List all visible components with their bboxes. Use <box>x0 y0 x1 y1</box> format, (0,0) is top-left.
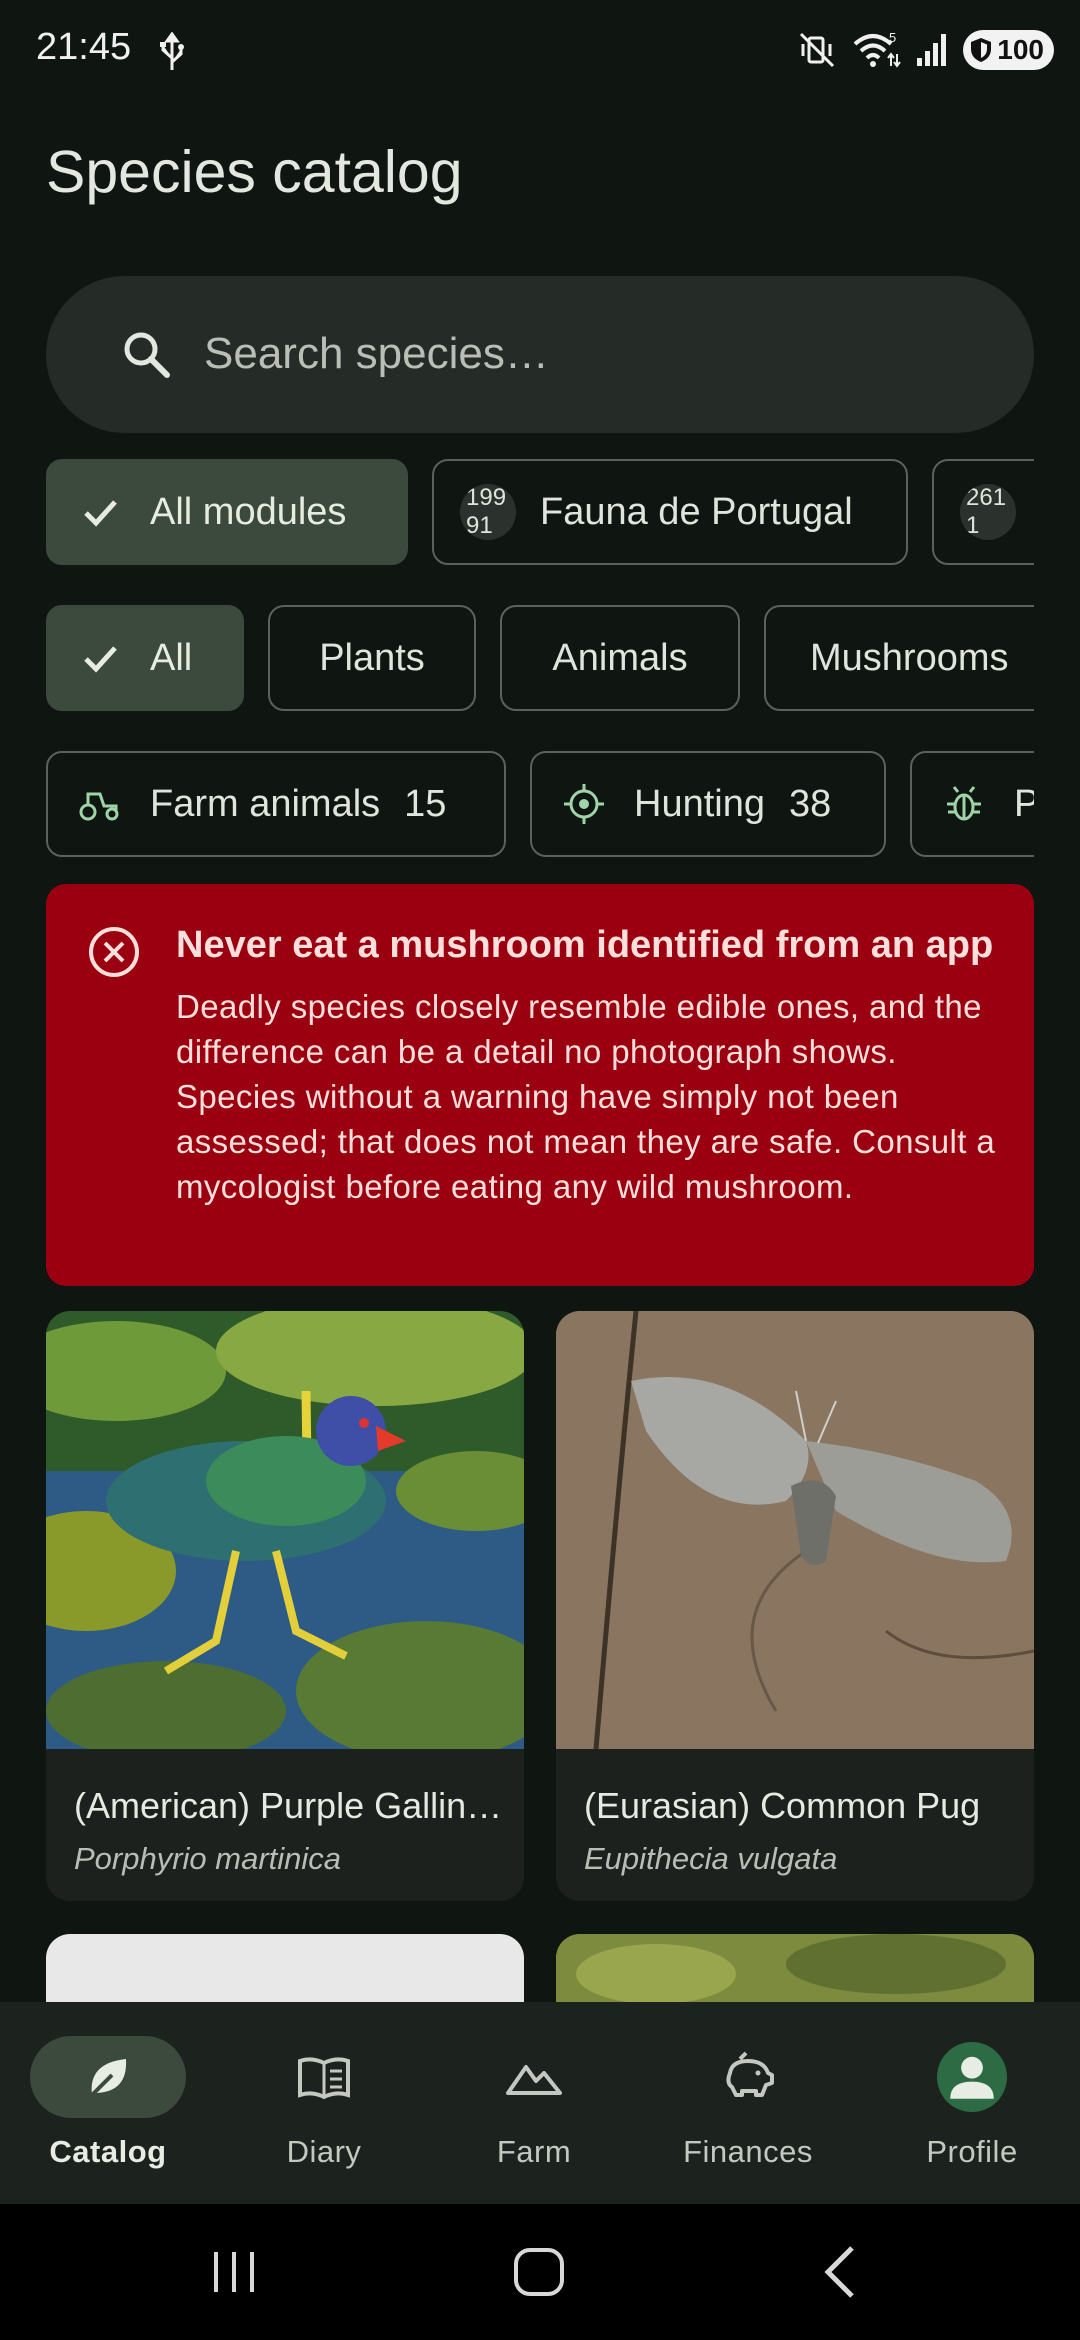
chip-label: Mushrooms <box>810 636 1009 679</box>
tractor-icon <box>79 792 119 821</box>
nav-farm[interactable]: Farm <box>426 2002 642 2204</box>
usb-icon <box>160 32 184 70</box>
landscape-icon <box>506 2065 562 2095</box>
book-icon <box>298 2057 350 2100</box>
chip-all[interactable]: All <box>46 605 244 711</box>
battery-indicator: 100 <box>963 30 1054 70</box>
search-bar[interactable] <box>46 276 1034 433</box>
recent-apps-icon[interactable] <box>202 2240 266 2304</box>
check-icon <box>84 646 117 673</box>
shield-icon <box>971 38 992 62</box>
species-common-name: (American) Purple Gallinule <box>74 1785 504 1826</box>
chip-animals[interactable]: Animals <box>500 605 740 711</box>
chip-farm-animals[interactable]: Farm animals 15 <box>46 751 506 857</box>
species-card[interactable]: (American) Purple Gallinule Porphyrio ma… <box>46 1311 524 1901</box>
page-title: Species catalog <box>46 139 463 205</box>
species-photo <box>556 1311 1034 1749</box>
nav-diary[interactable]: Diary <box>216 2002 432 2204</box>
chip-mushrooms[interactable]: Mushrooms <box>764 605 1034 711</box>
chip-count: 38 <box>788 782 832 825</box>
nav-catalog[interactable]: Catalog <box>0 2002 216 2204</box>
warning-title: Never eat a mushroom identified from an … <box>176 924 994 966</box>
nav-label: Diary <box>286 2134 362 2169</box>
chip-hunting[interactable]: Hunting 38 <box>530 751 886 857</box>
chip-label: P <box>1014 782 1034 825</box>
species-latin-name: Eupithecia vulgata <box>584 1841 838 1876</box>
warning-body: Deadly species closely resemble edible o… <box>176 988 996 1205</box>
chip-label: Plants <box>319 636 425 679</box>
system-navigation <box>0 2204 1080 2340</box>
species-card[interactable]: (Eurasian) Common Pug Eupithecia vulgata <box>556 1311 1034 1901</box>
home-icon[interactable] <box>508 2240 572 2304</box>
module-filter-row: All modules 199 91 Fauna de Portugal 261 1 <box>46 459 1034 565</box>
crosshair-icon <box>564 784 604 824</box>
tag-filter-row: Farm animals 15 Hunting 38 P <box>46 751 1034 857</box>
avatar <box>937 2042 1007 2112</box>
nav-label: Profile <box>926 2134 1018 2169</box>
species-latin-name: Porphyrio martinica <box>74 1841 342 1876</box>
species-common-name: (Eurasian) Common Pug <box>584 1785 981 1826</box>
module-count-badge: 199 91 <box>460 484 516 540</box>
chip-all-modules[interactable]: All modules <box>46 459 408 565</box>
chip-count: 15 <box>404 782 447 825</box>
chip-module-partial[interactable]: 261 1 <box>932 459 1034 565</box>
nav-profile[interactable]: Profile <box>864 2002 1080 2204</box>
leaf-icon <box>90 2059 127 2097</box>
chip-plants[interactable]: Plants <box>268 605 476 711</box>
chip-label: Fauna de Portugal <box>540 490 853 533</box>
signal-icon <box>917 34 947 66</box>
nav-label: Catalog <box>49 2134 167 2169</box>
mushroom-warning-banner: Never eat a mushroom identified from an … <box>46 884 1034 1286</box>
nav-label: Finances <box>683 2134 813 2169</box>
status-time: 21:45 <box>36 26 132 68</box>
chip-fauna-de-portugal[interactable]: 199 91 Fauna de Portugal <box>432 459 908 565</box>
chip-label: Hunting <box>634 782 765 825</box>
check-icon <box>84 500 117 527</box>
battery-level: 100 <box>997 34 1044 65</box>
piggy-bank-icon <box>726 2051 774 2097</box>
nav-label: Farm <box>496 2134 572 2169</box>
status-bar: 21:45 5 100 <box>0 0 1080 100</box>
wifi-icon: 5 <box>853 30 902 68</box>
category-filter-row: All Plants Animals Mushrooms <box>46 605 1034 711</box>
person-icon <box>950 2056 994 2099</box>
module-count-badge: 261 1 <box>960 484 1016 540</box>
back-icon[interactable] <box>808 2240 872 2304</box>
nav-finances[interactable]: Finances <box>640 2002 856 2204</box>
species-photo <box>46 1311 524 1749</box>
chip-label: Animals <box>552 636 688 679</box>
wifi-badge: 5 <box>889 30 896 45</box>
mute-vibrate-icon <box>800 32 835 68</box>
chip-label: All <box>150 636 193 679</box>
error-circle-icon <box>89 927 139 977</box>
chip-label: Farm animals <box>150 782 381 825</box>
chip-label: All modules <box>150 490 347 533</box>
search-input[interactable] <box>204 316 964 392</box>
bottom-navigation: Catalog Diary Farm Finances Profile <box>0 2002 1080 2204</box>
search-icon <box>124 332 170 378</box>
chip-pests-partial[interactable]: P <box>910 751 1034 857</box>
bug-icon <box>947 786 981 821</box>
